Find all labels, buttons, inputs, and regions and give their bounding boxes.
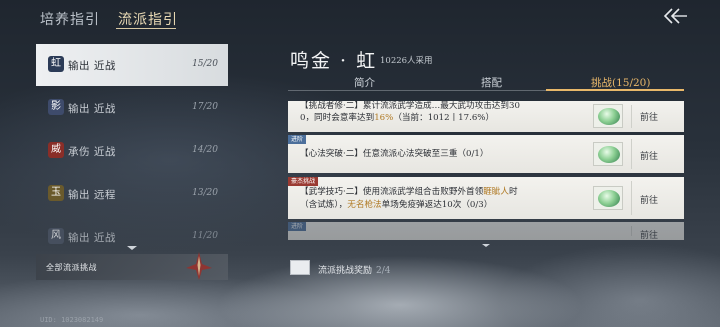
school-badge-icon: 玉 [48,185,64,201]
card-divider [631,181,632,215]
task-highlight: 睚眦人 [483,187,509,197]
school-item-count: 11/20 [192,231,218,241]
tab-challenge[interactable]: 挑战(15/20) [591,75,650,90]
jade-reward-icon [598,146,620,163]
task-card: 豪杰挑战 【武学技巧·二】使用流派武学组合击败野外首领睚眦人时 （含试炼），无名… [288,177,684,219]
task-card: 进阶 前往 [288,222,684,240]
task-progress: 单场免疫弹返达10次（0/3） [381,200,493,210]
school-badge-icon: 虹 [48,56,64,72]
school-item[interactable]: 影 输出 近战 17/20 [36,87,228,129]
task-line: 时 [509,187,518,197]
task-line: 【心法突破·二】任意流派心法突破至三重（0/1） [300,149,489,159]
tab-school-guide[interactable]: 流派指引 [118,9,178,29]
active-tab-underline [546,89,684,91]
task-text: （含试炼），无名枪法单场免疫弹返达10次（0/3） [300,199,492,212]
school-item[interactable]: 虹 输出 近战 15/20 [36,44,228,86]
school-item-label: 输出 近战 [68,103,116,115]
scroll-down-indicator-icon [127,246,137,250]
reward-label: 流派挑战奖励 2/4 [318,266,391,276]
card-divider [631,105,632,128]
school-badge-icon: 风 [48,228,64,244]
task-highlight: 16% [374,113,394,123]
go-button[interactable]: 前往 [640,193,658,206]
school-item[interactable]: 威 承伤 近战 14/20 [36,130,228,172]
task-text: 【心法突破·二】任意流派心法突破至三重（0/1） [300,148,488,161]
school-list: 虹 输出 近战 15/20 影 输出 近战 17/20 威 承伤 近战 14/2… [36,44,228,259]
reward-slot[interactable] [593,104,623,128]
spear-emblem-icon [186,252,212,280]
uid-text: UID: 1023082149 [40,316,104,324]
task-tag: 豪杰挑战 [288,177,319,186]
all-school-challenges-button[interactable]: 全部流派挑战 [36,252,228,280]
school-item-count: 13/20 [192,188,218,198]
task-tag: 进阶 [288,135,307,144]
task-text: 0，同时会意率达到16%（当前：1012丨17.6%） [300,112,494,125]
school-badge-icon: 影 [48,99,64,115]
active-tab-underline [116,28,176,29]
task-text: 【武学技巧·二】使用流派武学组合击败野外首领睚眦人时 [300,186,518,199]
adoption-count: 10226人采用 [380,56,433,66]
task-line: 【挑战者修·二】累计流派武学造成…最大武功攻击达到30 [300,101,520,111]
task-line: （含试炼）， [300,200,348,210]
task-card: 进阶 【心法突破·二】任意流派心法突破至三重（0/1） 前往 [288,135,684,173]
task-line: 0，同时会意率达到 [300,113,375,123]
reward-count: 2/4 [376,266,391,276]
task-card: 【挑战者修·二】累计流派武学造成…最大武功攻击达到30 0，同时会意率达到16%… [288,101,684,132]
school-item-label: 承伤 近战 [68,146,116,158]
reward-slot[interactable] [593,186,623,210]
tab-training-guide[interactable]: 培养指引 [40,9,100,29]
jade-reward-icon [598,190,620,207]
reward-slot[interactable] [593,142,623,166]
jade-reward-icon [598,108,620,125]
school-item[interactable]: 玉 输出 远程 13/20 [36,173,228,215]
school-badge-icon: 威 [48,142,64,158]
school-item-label: 输出 近战 [68,60,116,72]
card-divider [631,139,632,169]
reward-chest-icon [290,260,310,275]
task-tag: 进阶 [288,222,307,231]
all-school-challenges-label: 全部流派挑战 [46,263,97,272]
school-item-count: 14/20 [192,145,218,155]
double-chevron-left-icon[interactable] [662,6,688,26]
task-line: 【武学技巧·二】使用流派武学组合击败野外首领 [300,187,484,197]
school-item-count: 15/20 [192,59,218,69]
task-progress: （当前：1012丨17.6%） [393,113,495,123]
school-item-count: 17/20 [192,102,218,112]
card-divider [631,226,632,236]
school-item-label: 输出 远程 [68,189,116,201]
tab-intro[interactable]: 简介 [354,75,375,90]
go-button[interactable]: 前往 [640,110,658,123]
go-button[interactable]: 前往 [640,149,658,162]
page-title: 鸣金 · 虹 [290,50,378,72]
tab-combination[interactable]: 搭配 [481,75,502,90]
school-item-label: 输出 近战 [68,232,116,244]
go-button[interactable]: 前往 [640,228,658,240]
task-highlight: 无名枪法 [347,200,382,210]
scroll-down-indicator-icon [482,244,490,247]
